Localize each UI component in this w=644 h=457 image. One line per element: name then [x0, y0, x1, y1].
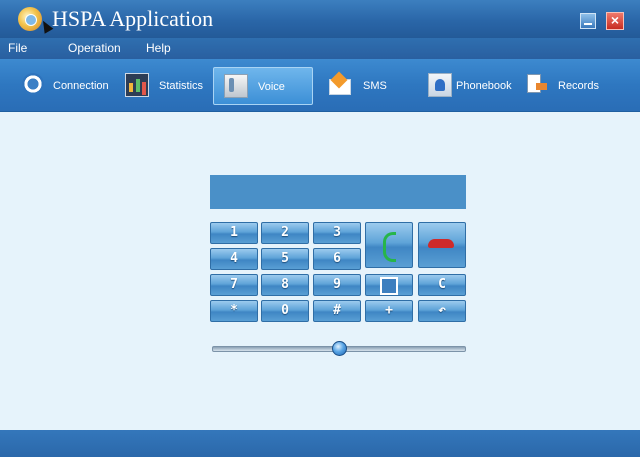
- phonebook-icon: [428, 73, 452, 97]
- key-6[interactable]: 6: [313, 248, 361, 270]
- app-window: HSPA Application × File Operation Help C…: [0, 0, 640, 457]
- close-button[interactable]: ×: [606, 12, 624, 30]
- key-0[interactable]: 0: [261, 300, 309, 322]
- key-plus[interactable]: +: [365, 300, 413, 322]
- app-logo-icon: [18, 7, 42, 31]
- menu-help[interactable]: Help: [146, 41, 171, 55]
- phone-call-icon: [383, 232, 396, 262]
- tab-voice-label: Voice: [258, 81, 285, 93]
- tab-statistics[interactable]: Statistics: [122, 67, 210, 103]
- tab-sms-label: SMS: [363, 80, 387, 92]
- key-star[interactable]: *: [210, 300, 258, 322]
- tab-voice[interactable]: Voice: [213, 67, 313, 105]
- tab-phonebook-label: Phonebook: [456, 80, 512, 92]
- key-7[interactable]: 7: [210, 274, 258, 296]
- menu-file[interactable]: File: [8, 41, 27, 55]
- sms-icon: [328, 73, 351, 95]
- call-button[interactable]: [365, 222, 413, 268]
- tab-connection[interactable]: Connection: [18, 67, 114, 103]
- connection-icon: [22, 73, 44, 95]
- statistics-icon: [125, 73, 149, 97]
- key-5[interactable]: 5: [261, 248, 309, 270]
- key-8[interactable]: 8: [261, 274, 309, 296]
- minimize-button[interactable]: [580, 13, 596, 29]
- redial-button[interactable]: ↶: [418, 300, 466, 322]
- clear-button[interactable]: C: [418, 274, 466, 296]
- tab-statistics-label: Statistics: [159, 80, 204, 92]
- key-2[interactable]: 2: [261, 222, 309, 244]
- voice-panel: 1 2 3 4 5 6 7 8 9 * 0 # + C ↶: [0, 112, 640, 430]
- voice-icon: [224, 74, 248, 98]
- hangup-button[interactable]: [418, 222, 466, 268]
- key-hash[interactable]: #: [313, 300, 361, 322]
- contacts-icon: [380, 277, 398, 295]
- records-icon: [526, 73, 548, 95]
- volume-slider-thumb[interactable]: [331, 341, 347, 356]
- key-4[interactable]: 4: [210, 248, 258, 270]
- dial-number-display: [210, 175, 466, 209]
- menu-bar: File Operation Help: [0, 38, 640, 59]
- tab-sms[interactable]: SMS: [322, 67, 402, 103]
- tab-records-label: Records: [558, 80, 599, 92]
- toolbar: Connection Statistics Voice SMS Phoneboo…: [0, 59, 640, 112]
- menu-operation[interactable]: Operation: [68, 41, 121, 55]
- contacts-button[interactable]: [365, 274, 413, 296]
- tab-phonebook[interactable]: Phonebook: [424, 67, 516, 103]
- status-bar: [0, 430, 640, 457]
- tab-records[interactable]: Records: [522, 67, 610, 103]
- redial-arrow-icon: ↶: [438, 303, 446, 318]
- tab-connection-label: Connection: [53, 80, 109, 92]
- phone-hangup-icon: [428, 239, 454, 248]
- key-9[interactable]: 9: [313, 274, 361, 296]
- key-3[interactable]: 3: [313, 222, 361, 244]
- window-title: HSPA Application: [52, 6, 214, 31]
- key-1[interactable]: 1: [210, 222, 258, 244]
- title-bar: HSPA Application ×: [0, 0, 640, 38]
